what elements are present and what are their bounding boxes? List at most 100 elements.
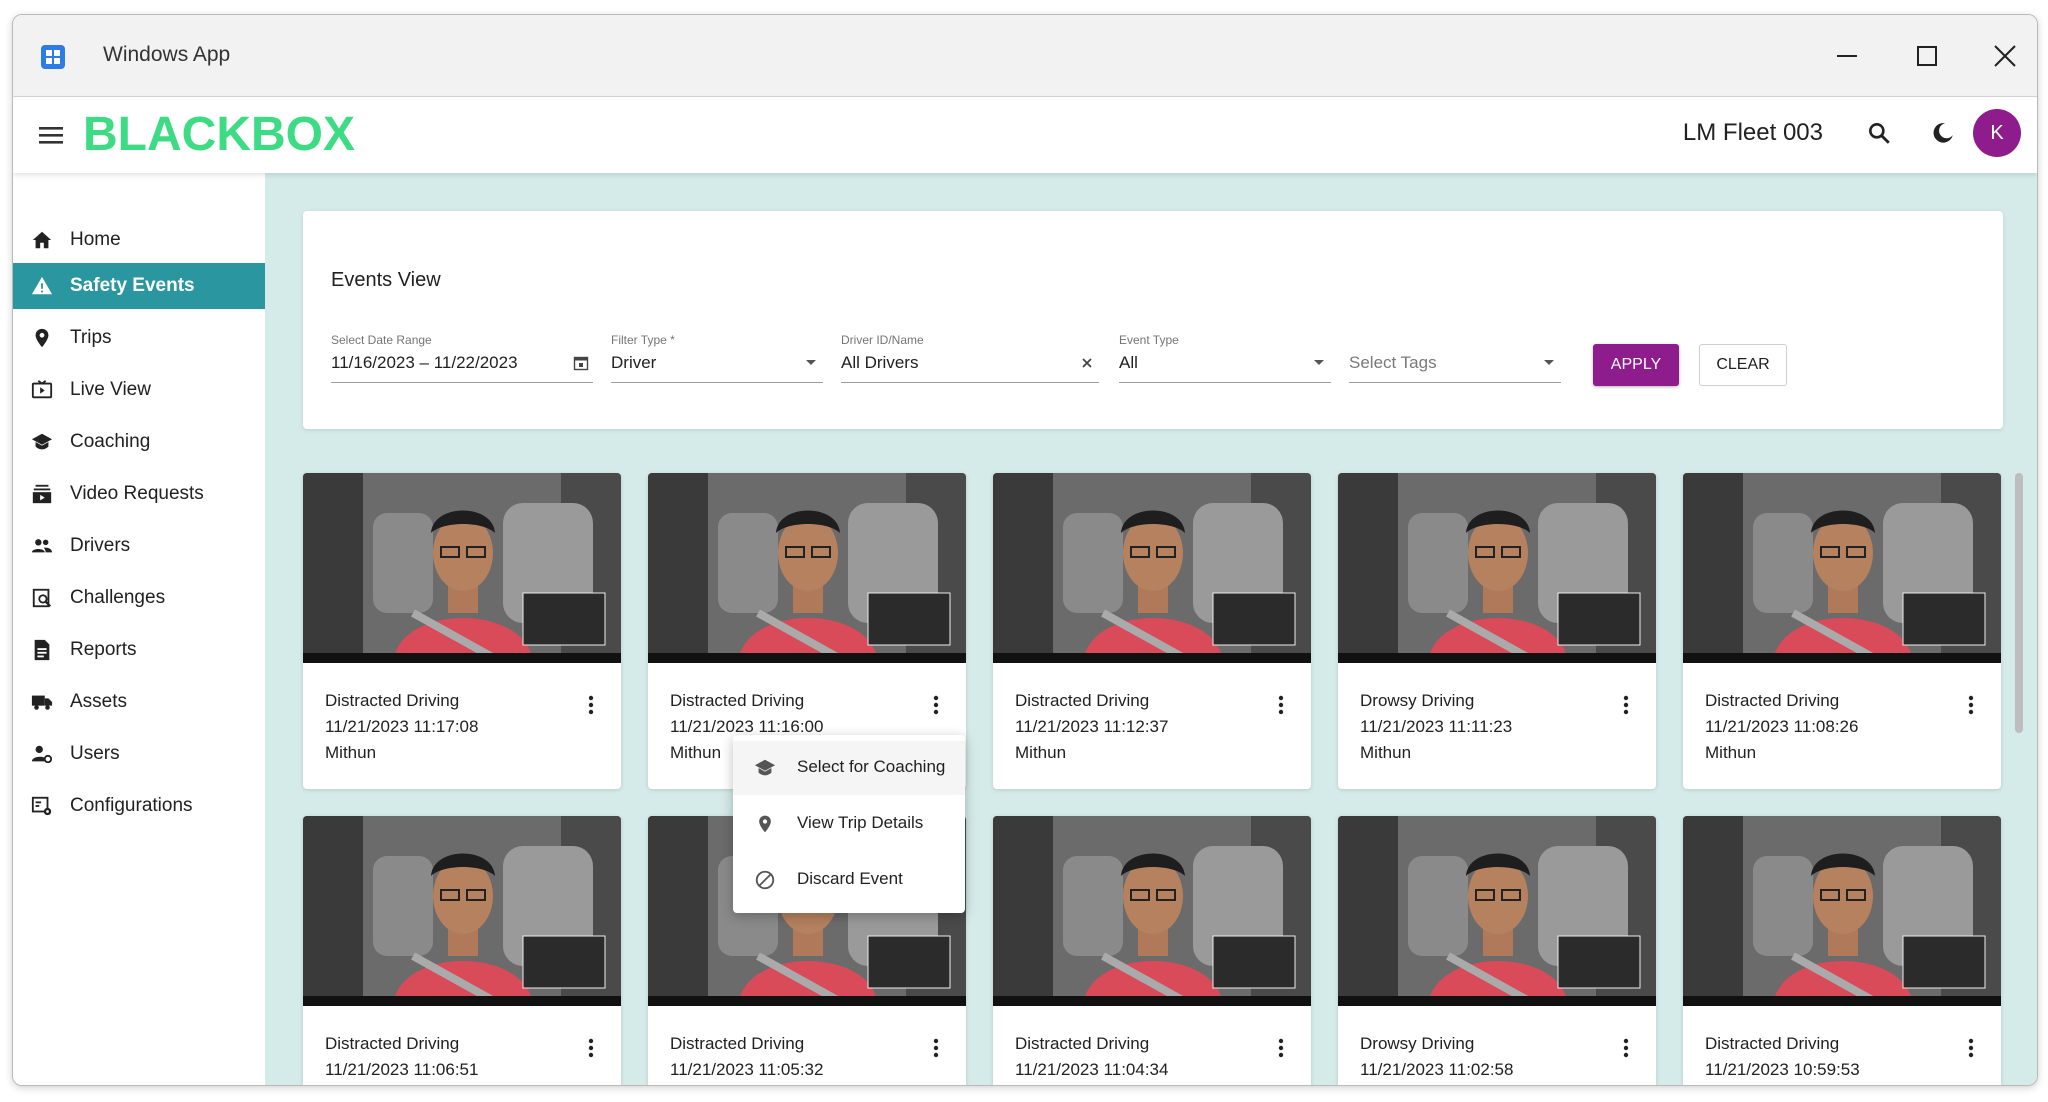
event-timestamp: 11/21/2023 11:05:32 [670,1060,824,1079]
event-timestamp: 11/21/2023 11:16:00 [670,717,824,736]
close-icon [1994,45,2016,67]
sidebar-item-reports[interactable]: Reports [13,627,265,673]
event-driver: Mithun [670,743,722,762]
event-card[interactable]: Distracted Driving 11/21/2023 10:59:53 [1683,816,2001,1085]
event-card[interactable]: Distracted Driving 11/21/2023 11:06:51 [303,816,621,1085]
more-options-button[interactable] [1961,693,1981,717]
close-window-button[interactable] [1975,33,2035,79]
event-card[interactable]: Distracted Driving 11/21/2023 11:08:26 Mit… [1683,473,2001,789]
home-icon [29,227,55,253]
event-type: Drowsy Driving [1360,1034,1475,1053]
search-icon [1869,123,1890,144]
calendar-icon[interactable] [571,353,591,373]
sidebar-item-live-view[interactable]: Live View [13,367,265,413]
more-vert-icon [1278,695,1284,715]
brand-logo[interactable]: BLACKBOX [83,107,355,162]
sidebar-item-assets[interactable]: Assets [13,679,265,725]
sidebar-item-users[interactable]: Users [13,731,265,777]
more-options-button[interactable] [1616,693,1636,717]
more-vert-icon [1623,695,1629,715]
avatar[interactable]: K [1973,109,2021,157]
event-thumbnail[interactable] [1338,473,1656,663]
date-range-field[interactable]: Select Date Range 11/16/2023 – 11/22/202… [331,333,593,383]
scrollbar[interactable] [2015,473,2023,733]
minimize-button[interactable] [1817,33,1877,79]
event-type: Distracted Driving [1015,691,1150,710]
menu-item-select-for-coaching[interactable]: Select for Coaching [733,741,965,795]
menu-item-view-trip-details[interactable]: View Trip Details [733,797,965,851]
event-type: Distracted Driving [670,1034,805,1053]
sidebar-item-trips[interactable]: Trips [13,315,265,361]
block-icon [753,868,777,892]
event-type: Distracted Driving [325,691,460,710]
event-timestamp: 11/21/2023 11:11:23 [1360,717,1513,736]
chevron-down-icon [801,353,821,373]
sidebar-item-drivers[interactable]: Drivers [13,523,265,569]
event-thumbnail[interactable] [303,816,621,1006]
user-settings-icon [29,741,55,767]
sidebar-item-video-requests[interactable]: Video Requests [13,471,265,517]
event-card[interactable]: Distracted Driving 11/21/2023 11:04:34 [993,816,1311,1085]
event-timestamp: 11/21/2023 11:12:37 [1015,717,1169,736]
more-options-button[interactable] [926,693,946,717]
event-card[interactable]: Distracted Driving 11/21/2023 11:12:37 Mit… [993,473,1311,789]
tags-select[interactable]: Select Tags [1349,333,1561,383]
minimize-icon [1837,55,1857,57]
more-options-button[interactable] [1961,1036,1981,1060]
event-thumbnail[interactable] [993,816,1311,1006]
event-timestamp: 11/21/2023 11:17:08 [325,717,479,736]
event-thumbnail[interactable] [1338,816,1656,1006]
apply-button[interactable]: APPLY [1593,344,1679,386]
windows-app-icon [41,45,65,69]
event-thumbnail[interactable] [1683,816,2001,1006]
event-thumbnail[interactable] [993,473,1311,663]
config-icon [29,793,55,819]
graduation-cap-icon [753,756,777,780]
event-thumbnail[interactable] [648,473,966,663]
sidebar-item-label: Users [70,743,120,764]
document-icon [29,637,55,663]
app-bar: BLACKBOX LM Fleet 003 K [13,97,2037,173]
more-options-button[interactable] [926,1036,946,1060]
filter-type-select[interactable]: Filter Type * Driver [611,333,823,383]
menu-item-discard-event[interactable]: Discard Event [733,853,965,907]
driver-field[interactable]: Driver ID/Name All Drivers [841,333,1099,383]
search-button[interactable] [1859,113,1899,153]
sidebar-item-label: Configurations [70,795,193,816]
maximize-button[interactable] [1897,33,1957,79]
more-options-button[interactable] [1616,1036,1636,1060]
sidebar-item-label: Drivers [70,535,131,556]
sidebar-item-challenges[interactable]: Challenges [13,575,265,621]
event-type-select[interactable]: Event Type All [1119,333,1331,383]
sidebar-item-home[interactable]: Home [13,217,265,263]
event-card[interactable]: Distracted Driving 11/21/2023 11:17:08 Mit… [303,473,621,789]
more-options-button[interactable] [1271,1036,1291,1060]
sidebar-item-label: Video Requests [70,483,204,504]
event-card[interactable]: Drowsy Driving 11/21/2023 11:11:23 Mithun [1338,473,1656,789]
event-thumbnail[interactable] [303,473,621,663]
clear-button[interactable]: CLEAR [1699,344,1787,386]
event-timestamp: 11/21/2023 11:06:51 [325,1060,479,1079]
event-thumbnail[interactable] [1683,473,2001,663]
event-driver: Mithun [1360,743,1412,762]
sidebar-item-coaching[interactable]: Coaching [13,419,265,465]
people-icon [29,533,55,559]
warning-icon [29,273,55,299]
dark-mode-toggle[interactable] [1923,113,1963,153]
more-options-button[interactable] [581,1036,601,1060]
more-options-button[interactable] [581,693,601,717]
sidebar-item-configurations[interactable]: Configurations [13,783,265,829]
more-options-button[interactable] [1271,693,1291,717]
maximize-icon [1917,46,1937,66]
sidebar: Home Safety Events Trips Live View Coach… [13,173,265,1085]
event-timestamp: 11/21/2023 10:59:53 [1705,1060,1860,1079]
sidebar-item-safety-events[interactable]: Safety Events [13,263,265,309]
sidebar-item-label: Home [70,229,121,250]
menu-toggle-button[interactable] [33,117,69,153]
event-timestamp: 11/21/2023 11:02:58 [1360,1060,1514,1079]
location-pin-icon [753,812,777,836]
event-card[interactable]: Drowsy Driving 11/21/2023 11:02:58 [1338,816,1656,1085]
more-vert-icon [1278,1038,1284,1058]
fleet-name[interactable]: LM Fleet 003 [1683,119,1823,147]
clear-driver-icon[interactable] [1077,353,1097,373]
